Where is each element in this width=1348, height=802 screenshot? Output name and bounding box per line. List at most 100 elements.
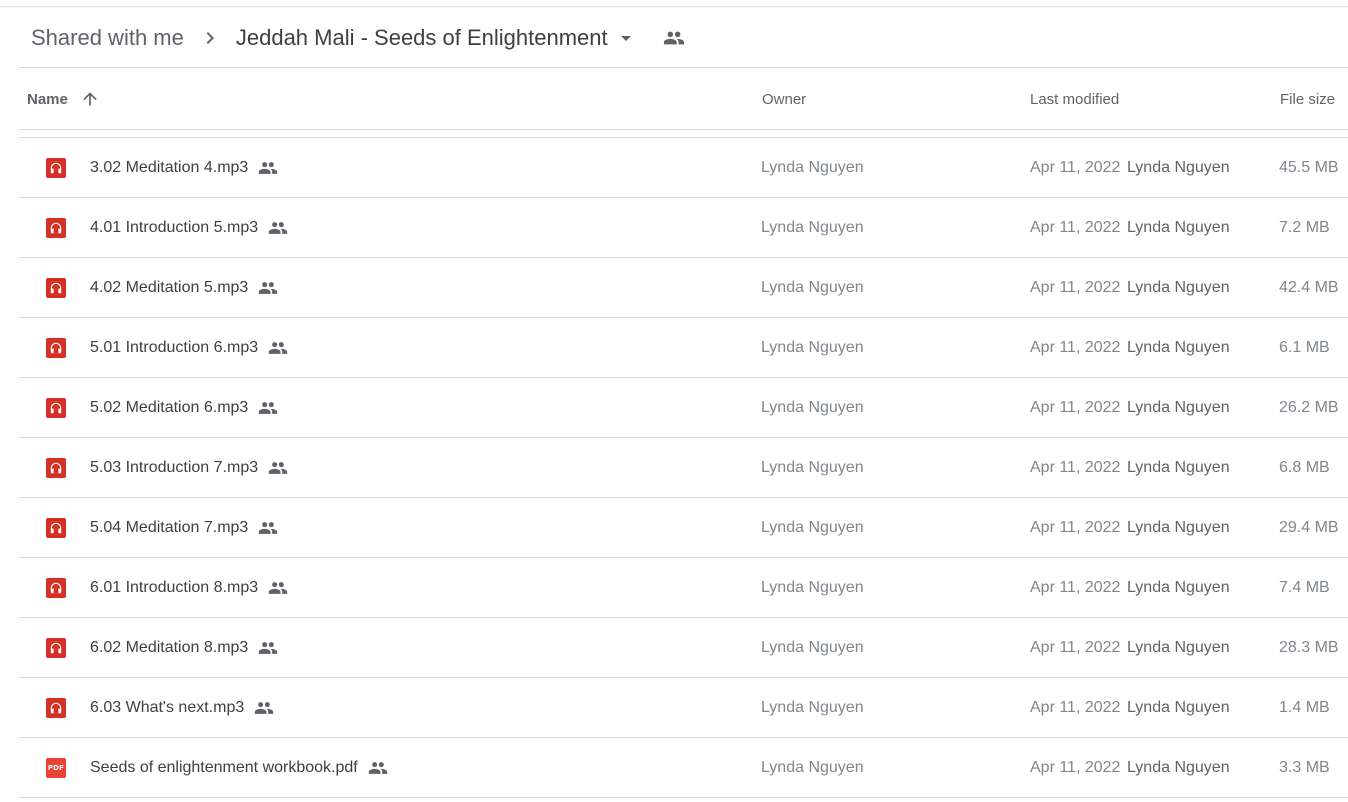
file-name-text: 5.03 Introduction 7.mp3 — [90, 458, 259, 476]
file-row[interactable]: 5.03 Introduction 7.mp3 Lynda Nguyen Apr 1… — [19, 438, 1348, 498]
file-size: 28.3 MB — [1279, 638, 1339, 656]
breadcrumb-current-folder[interactable]: Jeddah Mali - Seeds of Enlightenment — [236, 25, 608, 51]
file-row[interactable]: 5.04 Meditation 7.mp3 Lynda Nguyen Apr 11,… — [19, 498, 1348, 558]
column-header-name-label: Name — [27, 90, 68, 108]
file-owner: Lynda Nguyen — [761, 638, 864, 656]
file-size: 6.8 MB — [1279, 458, 1330, 476]
file-size: 7.2 MB — [1279, 218, 1330, 236]
file-size: 6.1 MB — [1279, 338, 1330, 356]
shared-icon — [254, 698, 274, 718]
file-name-text: 5.04 Meditation 7.mp3 — [90, 518, 249, 536]
file-name-text: 6.01 Introduction 8.mp3 — [90, 578, 259, 596]
file-row[interactable]: 6.03 What's next.mp3 Lynda Nguyen Apr 11, … — [19, 678, 1348, 738]
last-modified-date: Apr 11, 2022 — [1030, 158, 1121, 176]
file-row[interactable]: 6.02 Meditation 8.mp3 Lynda Nguyen Apr 11,… — [19, 618, 1348, 678]
file-row[interactable]: 5.01 Introduction 6.mp3 Lynda Nguyen Apr 1… — [19, 318, 1348, 378]
headphones-icon — [46, 397, 66, 418]
file-name-text: 5.01 Introduction 6.mp3 — [90, 338, 259, 356]
top-divider — [0, 6, 1348, 7]
file-row[interactable]: 4.01 Introduction 5.mp3 Lynda Nguyen Apr 1… — [19, 198, 1348, 258]
file-size: 29.4 MB — [1279, 518, 1339, 536]
audio-file-icon — [46, 558, 66, 617]
column-header-last-modified[interactable]: Last modified — [1030, 68, 1119, 130]
last-modified-by: Lynda Nguyen — [1127, 458, 1230, 476]
file-size: 7.4 MB — [1279, 578, 1330, 596]
last-modified-date: Apr 11, 2022 — [1030, 278, 1121, 296]
file-name-text: 5.02 Meditation 6.mp3 — [90, 398, 249, 416]
file-row[interactable]: PDF Seeds of enlightenment workbook.pdf Ly… — [19, 738, 1348, 798]
column-header-owner[interactable]: Owner — [762, 68, 806, 130]
file-size: 1.4 MB — [1279, 698, 1330, 716]
headphones-icon — [46, 157, 66, 178]
file-name: Seeds of enlightenment workbook.pdf — [90, 738, 388, 797]
column-header-file-size[interactable]: File size — [1280, 68, 1335, 130]
headphones-icon — [46, 457, 66, 478]
file-name: 3.02 Meditation 4.mp3 — [90, 138, 278, 197]
last-modified-date: Apr 11, 2022 — [1030, 338, 1121, 356]
shared-icon — [268, 218, 288, 238]
last-modified-date: Apr 11, 2022 — [1030, 698, 1121, 716]
file-owner: Lynda Nguyen — [761, 218, 864, 236]
headphones-icon — [46, 637, 66, 658]
last-modified-by: Lynda Nguyen — [1127, 278, 1230, 296]
audio-file-icon — [46, 318, 66, 377]
pdf-file-icon: PDF — [46, 757, 66, 778]
last-modified-by: Lynda Nguyen — [1127, 218, 1230, 236]
file-owner: Lynda Nguyen — [761, 458, 864, 476]
file-owner: Lynda Nguyen — [761, 158, 864, 176]
audio-file-icon — [46, 138, 66, 197]
last-modified-by: Lynda Nguyen — [1127, 578, 1230, 596]
column-header-name[interactable]: Name — [27, 68, 100, 130]
last-modified-by: Lynda Nguyen — [1127, 338, 1230, 356]
file-name: 4.01 Introduction 5.mp3 — [90, 198, 288, 257]
caret-down-icon[interactable] — [614, 26, 638, 50]
last-modified-date: Apr 11, 2022 — [1030, 218, 1121, 236]
audio-file-icon — [46, 618, 66, 677]
file-name: 6.02 Meditation 8.mp3 — [90, 618, 278, 677]
file-row[interactable]: 3.02 Meditation 4.mp3 Lynda Nguyen Apr 11,… — [19, 138, 1348, 198]
shared-icon — [258, 518, 278, 538]
last-modified-by: Lynda Nguyen — [1127, 158, 1230, 176]
breadcrumb-shared-with-me[interactable]: Shared with me — [31, 21, 184, 55]
file-owner: Lynda Nguyen — [761, 398, 864, 416]
file-row[interactable]: 4.02 Meditation 5.mp3 Lynda Nguyen Apr 11,… — [19, 258, 1348, 318]
file-size: 45.5 MB — [1279, 158, 1339, 176]
list-header: Name Owner Last modified File size — [19, 68, 1348, 130]
file-list: 3.02 Meditation 4.mp3 Lynda Nguyen Apr 11,… — [19, 137, 1348, 798]
file-owner: Lynda Nguyen — [761, 518, 864, 536]
pdf-icon-label: PDF — [47, 763, 65, 772]
last-modified-date: Apr 11, 2022 — [1030, 638, 1121, 656]
file-row[interactable]: 6.01 Introduction 8.mp3 Lynda Nguyen Apr 1… — [19, 558, 1348, 618]
arrow-up-icon[interactable] — [80, 89, 100, 109]
file-name-text: 6.03 What's next.mp3 — [90, 698, 245, 716]
shared-icon — [258, 638, 278, 658]
headphones-icon — [46, 697, 66, 718]
shared-folder-icon — [662, 26, 686, 50]
last-modified-by: Lynda Nguyen — [1127, 698, 1230, 716]
headphones-icon — [46, 577, 66, 598]
file-name: 5.01 Introduction 6.mp3 — [90, 318, 288, 377]
audio-file-icon — [46, 678, 66, 737]
chevron-right-icon — [198, 26, 222, 50]
last-modified-by: Lynda Nguyen — [1127, 638, 1230, 656]
file-owner: Lynda Nguyen — [761, 698, 864, 716]
last-modified-date: Apr 11, 2022 — [1030, 458, 1121, 476]
shared-icon — [258, 398, 278, 418]
file-row[interactable]: 5.02 Meditation 6.mp3 Lynda Nguyen Apr 11,… — [19, 378, 1348, 438]
audio-file-icon — [46, 198, 66, 257]
file-owner: Lynda Nguyen — [761, 578, 864, 596]
pdf-file-icon: PDF — [46, 738, 66, 797]
file-size: 26.2 MB — [1279, 398, 1339, 416]
file-name: 6.01 Introduction 8.mp3 — [90, 558, 288, 617]
breadcrumb: Shared with me Jeddah Mali - Seeds of En… — [19, 8, 1348, 68]
shared-icon — [268, 578, 288, 598]
file-name-text: 3.02 Meditation 4.mp3 — [90, 158, 249, 176]
last-modified-date: Apr 11, 2022 — [1030, 398, 1121, 416]
file-name-text: 6.02 Meditation 8.mp3 — [90, 638, 249, 656]
file-size: 3.3 MB — [1279, 758, 1330, 776]
audio-file-icon — [46, 258, 66, 317]
last-modified-by: Lynda Nguyen — [1127, 518, 1230, 536]
last-modified-date: Apr 11, 2022 — [1030, 578, 1121, 596]
last-modified-by: Lynda Nguyen — [1127, 758, 1230, 776]
shared-icon — [258, 278, 278, 298]
